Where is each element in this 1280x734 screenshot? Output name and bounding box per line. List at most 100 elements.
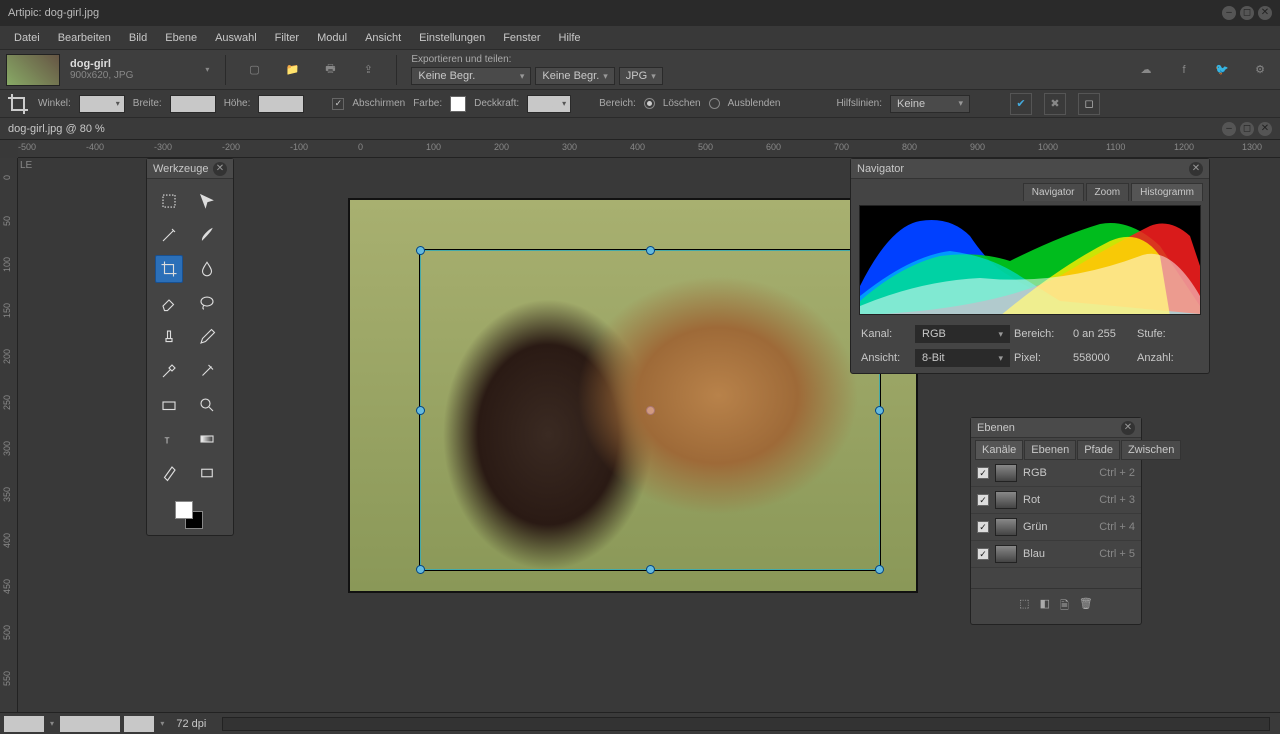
menu-einstellungen[interactable]: Einstellungen [411, 28, 493, 48]
crop-center-icon[interactable] [646, 406, 655, 415]
crop-handle-t[interactable] [646, 246, 655, 255]
opacity-input[interactable]: 50% [527, 95, 571, 113]
heal-tool[interactable] [193, 357, 221, 385]
h-scrollbar[interactable] [222, 717, 1270, 731]
ruler-vertical[interactable]: 050100150200250300350400450500550 [0, 158, 18, 728]
crop-handle-br[interactable] [875, 565, 884, 574]
crop-handle-tl[interactable] [416, 246, 425, 255]
doc-close-icon[interactable]: ✕ [1258, 122, 1272, 136]
crop-handle-l[interactable] [416, 406, 425, 415]
export-format-select[interactable]: JPG [619, 67, 663, 85]
view-select[interactable]: 8-Bit [915, 349, 1010, 367]
doc-minimize-icon[interactable]: – [1222, 122, 1236, 136]
text-tool[interactable]: T [155, 425, 183, 453]
tab-paths[interactable]: Pfade [1077, 440, 1120, 460]
menu-bild[interactable]: Bild [121, 28, 155, 48]
channel-row[interactable]: ✓RGBCtrl + 2 [971, 460, 1141, 487]
share-icon[interactable]: ⇪ [354, 56, 382, 84]
menu-modul[interactable]: Modul [309, 28, 355, 48]
tab-cache[interactable]: Zwischen [1121, 440, 1181, 460]
ruler-horizontal[interactable]: -500-400-300-200-10001002003004005006007… [18, 140, 1280, 158]
shield-checkbox[interactable]: ✓ [332, 98, 344, 110]
export-limit-select[interactable]: Keine Begr. [535, 67, 614, 85]
brush-tool[interactable] [193, 221, 221, 249]
tab-channels[interactable]: Kanäle [975, 440, 1023, 460]
angle-input[interactable]: 0,00° [79, 95, 125, 113]
pen-tool[interactable] [155, 459, 183, 487]
export-size-select[interactable]: Keine Begr. [411, 67, 531, 85]
shape-tool[interactable] [193, 459, 221, 487]
tab-navigator[interactable]: Navigator [1023, 183, 1084, 201]
tab-layers[interactable]: Ebenen [1024, 440, 1076, 460]
crop-handle-r[interactable] [875, 406, 884, 415]
menu-auswahl[interactable]: Auswahl [207, 28, 265, 48]
channel-visible-checkbox[interactable]: ✓ [977, 548, 989, 560]
menu-filter[interactable]: Filter [267, 28, 307, 48]
minimize-icon[interactable]: – [1222, 6, 1236, 20]
blur-tool[interactable] [193, 255, 221, 283]
menu-bearbeiten[interactable]: Bearbeiten [50, 28, 119, 48]
width-input[interactable]: 729 px [170, 95, 216, 113]
tools-close-icon[interactable]: ✕ [213, 162, 227, 176]
twitter-icon[interactable]: 🐦 [1208, 56, 1236, 84]
channel-select[interactable]: RGB [915, 325, 1010, 343]
channel-visible-checkbox[interactable]: ✓ [977, 467, 989, 479]
gradient-tool[interactable] [193, 425, 221, 453]
gear-icon[interactable]: ⚙ [1246, 56, 1274, 84]
eraser-tool[interactable] [155, 289, 183, 317]
fill-tool[interactable] [155, 391, 183, 419]
crop-tool[interactable] [155, 255, 183, 283]
trash-icon[interactable]: 🗑 [1079, 597, 1093, 616]
channel-row[interactable]: ✓GrünCtrl + 4 [971, 514, 1141, 541]
color-swatch[interactable] [450, 96, 466, 112]
new-channel-icon[interactable]: 🗎 [1060, 597, 1069, 616]
delete-radio[interactable] [644, 98, 655, 109]
file-dropdown-icon[interactable]: ▾ [203, 65, 211, 74]
channel-row[interactable]: ✓RotCtrl + 3 [971, 487, 1141, 514]
channel-visible-checkbox[interactable]: ✓ [977, 521, 989, 533]
zoom-tool[interactable] [193, 391, 221, 419]
menu-ebene[interactable]: Ebene [157, 28, 205, 48]
open-folder-icon[interactable]: 📁 [278, 56, 306, 84]
close-icon[interactable]: ✕ [1258, 6, 1272, 20]
commit-button[interactable]: ✔ [1010, 93, 1032, 115]
stamp-tool[interactable] [155, 323, 183, 351]
doc-maximize-icon[interactable]: ◻ [1240, 122, 1254, 136]
mask-icon[interactable]: ◧ [1040, 597, 1050, 616]
marquee-tool[interactable] [155, 187, 183, 215]
menu-fenster[interactable]: Fenster [495, 28, 548, 48]
channel-row[interactable]: ✓BlauCtrl + 5 [971, 541, 1141, 568]
canvas-image[interactable] [348, 198, 918, 593]
facebook-icon[interactable]: f [1170, 56, 1198, 84]
foreground-color[interactable] [175, 501, 193, 519]
select-channel-icon[interactable]: ⬚ [1019, 597, 1029, 616]
unit-field[interactable]: px [124, 716, 154, 732]
new-file-icon[interactable]: ▢ [240, 56, 268, 84]
crop-handle-b[interactable] [646, 565, 655, 574]
menu-datei[interactable]: Datei [6, 28, 48, 48]
print-icon[interactable]: 🖶 [316, 56, 344, 84]
tab-histogram[interactable]: Histogramm [1131, 183, 1203, 201]
menu-ansicht[interactable]: Ansicht [357, 28, 409, 48]
crop-tool-icon[interactable] [6, 92, 30, 116]
layers-close-icon[interactable]: ✕ [1121, 421, 1135, 435]
document-tab[interactable]: dog-girl.jpg @ 80 % [8, 123, 105, 135]
cloud-icon[interactable]: ☁ [1132, 56, 1160, 84]
dimensions-field[interactable]: 900 x 620 [60, 716, 120, 732]
guides-select[interactable]: Keine [890, 95, 970, 113]
maximize-icon[interactable]: ◻ [1240, 6, 1254, 20]
move-tool[interactable] [193, 187, 221, 215]
hide-radio[interactable] [709, 98, 720, 109]
lasso-tool[interactable] [193, 289, 221, 317]
crop-handle-bl[interactable] [416, 565, 425, 574]
canvas-area[interactable]: LE Werkzeuge ✕ [18, 158, 1280, 728]
tab-zoom[interactable]: Zoom [1086, 183, 1130, 201]
cancel-button[interactable]: ✖ [1044, 93, 1066, 115]
reset-button[interactable]: ◻ [1078, 93, 1100, 115]
height-input[interactable]: 502 px [258, 95, 304, 113]
pencil-tool[interactable] [193, 323, 221, 351]
document-thumbnail[interactable] [6, 54, 60, 86]
menu-hilfe[interactable]: Hilfe [551, 28, 589, 48]
zoom-field[interactable]: 80% [4, 716, 44, 732]
crop-rectangle[interactable] [420, 250, 880, 570]
